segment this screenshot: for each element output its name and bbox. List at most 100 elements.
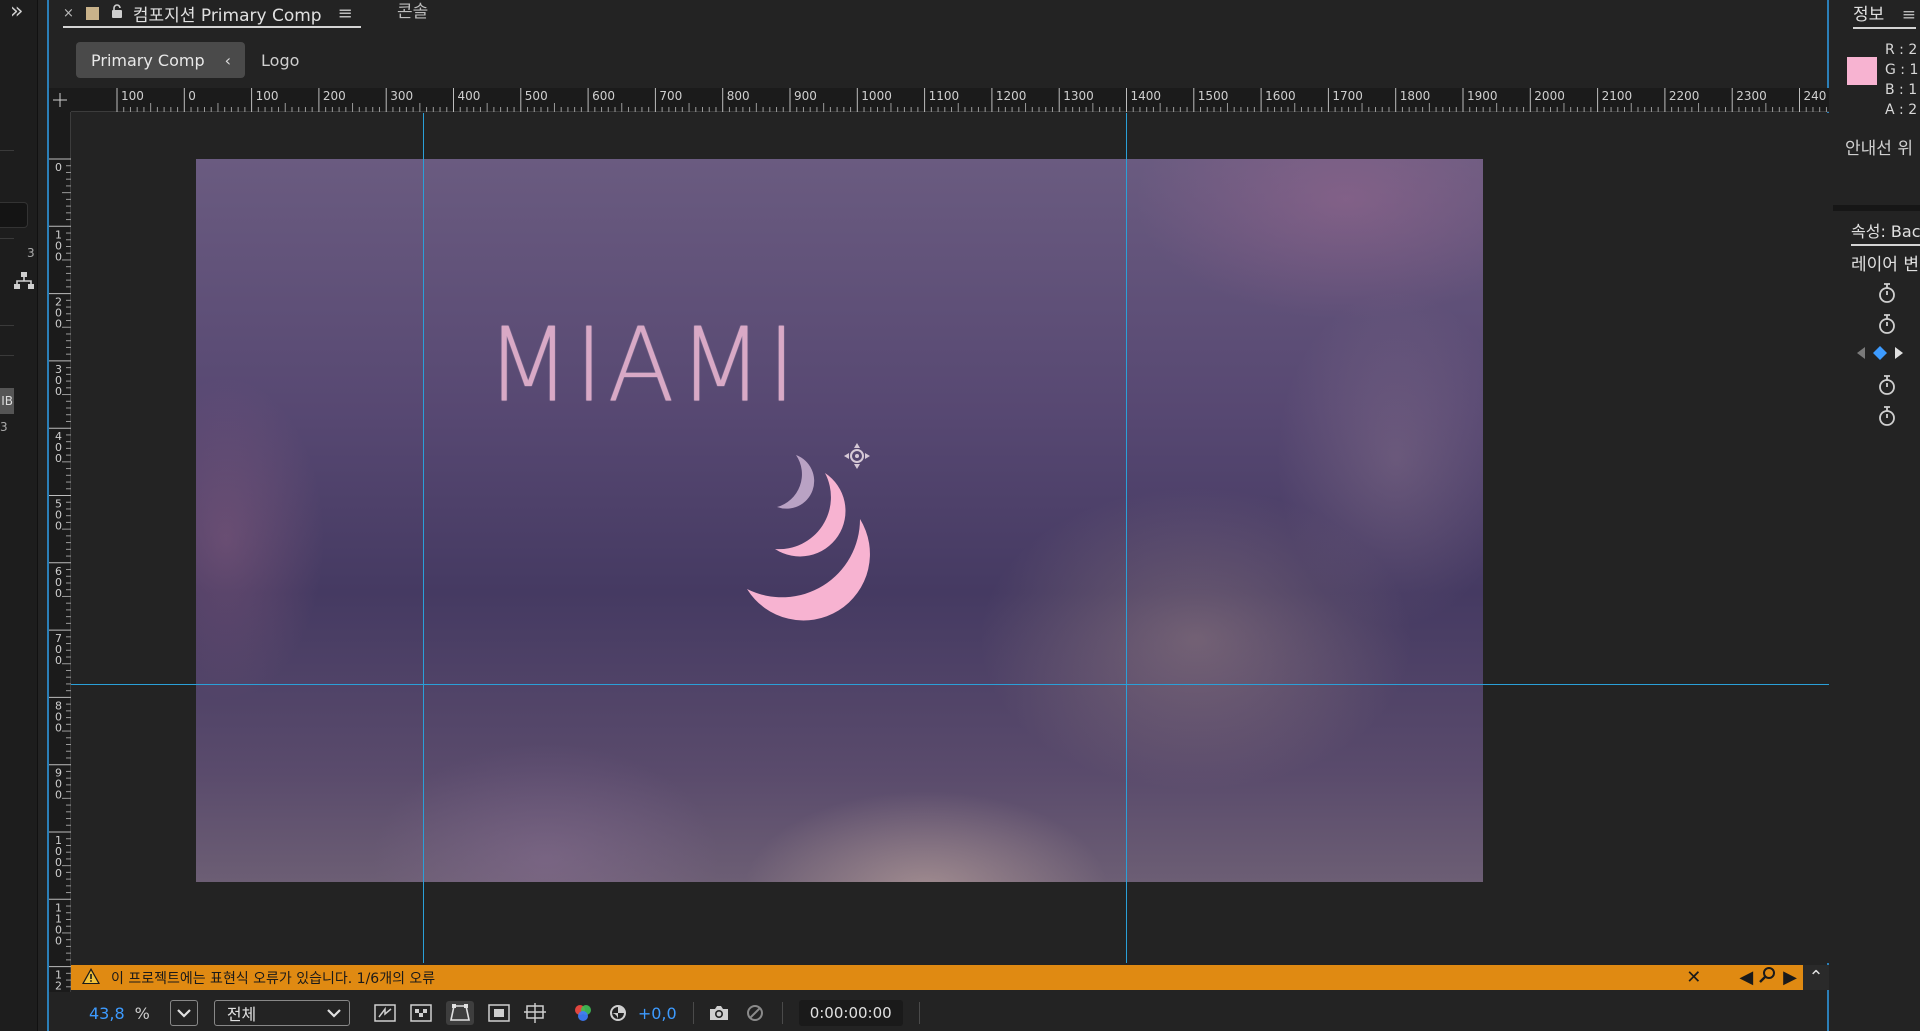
ruler-tick-label: 1100 bbox=[55, 901, 62, 947]
svg-text:0: 0 bbox=[55, 520, 62, 533]
channels-icon[interactable] bbox=[572, 1003, 594, 1023]
reset-exposure-icon[interactable] bbox=[608, 1003, 628, 1023]
ruler-tick-label: 400 bbox=[458, 89, 481, 103]
divider bbox=[0, 150, 14, 151]
region-of-interest-icon[interactable] bbox=[488, 1004, 510, 1022]
toolbar-divider bbox=[692, 1002, 694, 1024]
ruler-tick-label: 2300 bbox=[1736, 89, 1767, 103]
ruler-tick-label: 600 bbox=[55, 565, 62, 600]
close-icon[interactable]: ✕ bbox=[1686, 967, 1701, 988]
resolution-dropdown[interactable]: 전체 bbox=[213, 1000, 350, 1026]
toolbar-divider bbox=[918, 1002, 920, 1024]
ruler-tick-label: 1800 bbox=[1400, 89, 1431, 103]
current-time-display[interactable]: 0:00:00:00 bbox=[798, 1000, 903, 1026]
panel-menu-icon[interactable]: ≡ bbox=[1902, 5, 1916, 25]
error-message: 이 프로젝트에는 표현식 오류가 있습니다. 1/6개의 오류 bbox=[111, 970, 436, 987]
next-keyframe-icon[interactable] bbox=[1893, 346, 1905, 360]
mask-visibility-icon[interactable] bbox=[445, 1001, 474, 1025]
ruler-tick-label: 1000 bbox=[861, 89, 892, 103]
logo-crescent-small bbox=[777, 455, 815, 509]
fast-previews-icon[interactable] bbox=[374, 1004, 396, 1022]
ruler-tick-label: 1600 bbox=[1265, 89, 1296, 103]
ruler-tick-label: 1100 bbox=[929, 89, 960, 103]
snapshot-camera-icon[interactable] bbox=[708, 1004, 730, 1022]
ruler-tick-label: 500 bbox=[525, 89, 548, 103]
grid-guides-icon[interactable] bbox=[523, 1003, 546, 1023]
composition-viewer[interactable]: MIAMI bbox=[71, 113, 1829, 963]
red-value: R : 2 bbox=[1885, 42, 1918, 58]
info-panel: 정보 ≡ R : 2 G : 1 B : 1 A : 2 안내선 위 속성: B… bbox=[1833, 0, 1920, 1031]
stopwatch-icon[interactable] bbox=[1877, 313, 1897, 335]
ruler-origin[interactable] bbox=[49, 88, 71, 112]
miami-title-text[interactable]: MIAMI bbox=[486, 306, 800, 426]
tab-info[interactable]: 정보 ≡ bbox=[1853, 0, 1916, 29]
layer-transform-section[interactable]: 레이어 변 bbox=[1851, 250, 1919, 275]
stopwatch-icon[interactable] bbox=[1877, 282, 1897, 304]
composition-frame[interactable]: MIAMI bbox=[196, 159, 1483, 882]
horizontal-ruler[interactable]: 100 0 100 200 300 400 500 600 700 800 900 1000 1100 1… bbox=[71, 88, 1829, 112]
guide-vertical[interactable] bbox=[423, 113, 424, 963]
label-color-swatch bbox=[85, 6, 99, 20]
stopwatch-icon[interactable] bbox=[1877, 405, 1897, 427]
ruler-tick-label: 2200 bbox=[1669, 89, 1700, 103]
tab-composition[interactable]: × 컴포지션 Primary Comp ≡ bbox=[63, 0, 361, 28]
previous-keyframe-icon[interactable] bbox=[1855, 346, 1867, 360]
ruler-tick-label: 1000 bbox=[55, 834, 62, 880]
ruler-tick-label: 900 bbox=[794, 89, 817, 103]
chevron-down-icon bbox=[177, 1009, 191, 1018]
ruler-tick-label: 600 bbox=[592, 89, 615, 103]
logo-crescent-large bbox=[747, 519, 870, 621]
expand-panels-icon[interactable]: » bbox=[10, 0, 23, 24]
tab-console[interactable]: 콘솔 bbox=[397, 0, 428, 28]
chevron-up-icon[interactable]: ⌃ bbox=[1803, 965, 1829, 990]
ruler-tick-label: 1900 bbox=[1467, 89, 1498, 103]
lock-icon[interactable] bbox=[111, 4, 123, 22]
show-snapshot-icon[interactable] bbox=[744, 1003, 766, 1023]
ruler-tick-label: 800 bbox=[55, 699, 62, 734]
guide-position-label: 안내선 위 bbox=[1845, 139, 1913, 159]
ruler-tick-label: 200 bbox=[323, 89, 346, 103]
left-panel-glyph: 3 bbox=[27, 246, 35, 260]
search-icon[interactable] bbox=[1759, 966, 1777, 989]
keyframe-diamond-icon[interactable] bbox=[1871, 344, 1889, 362]
error-bar-controls: ✕ ◀ ▶ ⌃ bbox=[1686, 965, 1829, 990]
close-tab-icon[interactable]: × bbox=[63, 6, 74, 21]
toolbar-divider bbox=[781, 1002, 783, 1024]
vertical-ruler[interactable]: 01002003004005006007008009001000110012 bbox=[49, 112, 71, 992]
breadcrumb-primary-comp[interactable]: Primary Comp ‹ bbox=[76, 42, 246, 78]
previous-error-icon[interactable]: ◀ bbox=[1739, 967, 1753, 988]
panel-divider bbox=[1833, 205, 1920, 211]
keyframe-navigator bbox=[1855, 344, 1905, 362]
anchor-point-icon[interactable] bbox=[842, 441, 872, 471]
svg-text:0: 0 bbox=[55, 587, 62, 600]
left-panel-search-field[interactable] bbox=[0, 202, 28, 228]
breadcrumb-logo[interactable]: Logo bbox=[261, 51, 299, 70]
transparency-grid-icon[interactable] bbox=[410, 1004, 432, 1022]
left-panel-ib-label: IB bbox=[0, 388, 14, 414]
svg-text:0: 0 bbox=[55, 250, 62, 263]
divider bbox=[0, 325, 14, 326]
ruler-tick-label: 700 bbox=[659, 89, 682, 103]
moon-logo[interactable] bbox=[741, 439, 931, 639]
ruler-tick-label: 300 bbox=[55, 363, 62, 398]
svg-text:0: 0 bbox=[55, 318, 62, 331]
next-error-icon[interactable]: ▶ bbox=[1783, 967, 1797, 988]
panel-menu-icon[interactable]: ≡ bbox=[338, 3, 353, 24]
ruler-tick-label: 1700 bbox=[1332, 89, 1363, 103]
stopwatch-icon[interactable] bbox=[1877, 374, 1897, 396]
breadcrumb-label: Primary Comp bbox=[91, 50, 205, 70]
properties-tab-title[interactable]: 속성: Bac bbox=[1851, 218, 1920, 246]
guide-horizontal[interactable] bbox=[71, 684, 1829, 685]
horizontal-ruler-ticks: 100 0 100 200 300 400 500 600 700 800 900 1000 1100 1… bbox=[116, 88, 1827, 112]
svg-text:2: 2 bbox=[55, 980, 62, 992]
ruler-tick-label: 12 bbox=[55, 969, 62, 992]
zoom-dropdown[interactable] bbox=[169, 1000, 198, 1026]
vertical-ruler-ticks: 01002003004005006007008009001000110012 bbox=[49, 158, 71, 992]
zoom-value[interactable]: 43,8 bbox=[89, 1004, 125, 1023]
hierarchy-icon[interactable] bbox=[14, 272, 34, 294]
guide-vertical[interactable] bbox=[1126, 113, 1127, 963]
warning-icon bbox=[81, 967, 101, 989]
ruler-tick-label: 100 bbox=[256, 89, 279, 103]
viewer-toolbar: 43,8 % 전체 +0,0 0:00:00:00 bbox=[49, 995, 1827, 1031]
exposure-value[interactable]: +0,0 bbox=[638, 1004, 677, 1023]
